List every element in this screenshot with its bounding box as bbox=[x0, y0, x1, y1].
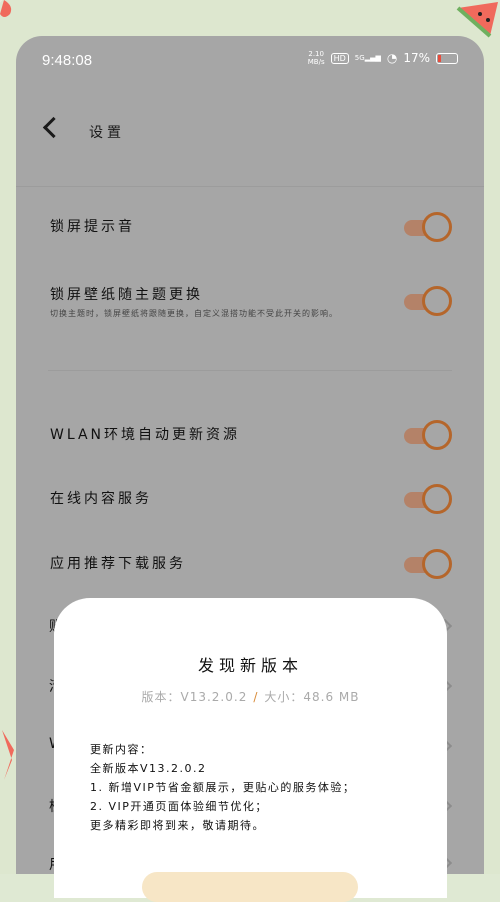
size-label: 大小：48.6 MB bbox=[264, 690, 360, 704]
page-title: 设置 bbox=[89, 125, 125, 141]
setting-label: WLAN环境自动更新资源 bbox=[50, 427, 241, 443]
setting-app-recommend[interactable]: 应用推荐下载服务 bbox=[50, 549, 456, 579]
battery-icon bbox=[436, 52, 458, 64]
toggle-switch[interactable] bbox=[404, 484, 452, 514]
release-notes-line: 1. 新增VIP节省金额展示，更贴心的服务体验； bbox=[90, 781, 356, 794]
release-notes: 更新内容： 全新版本V13.2.0.2 1. 新增VIP节省金额展示，更贴心的服… bbox=[90, 740, 355, 835]
toggle-knob bbox=[422, 420, 452, 450]
toggle-knob bbox=[422, 212, 452, 242]
setting-label: 在线内容服务 bbox=[50, 491, 152, 507]
hd-icon: HD bbox=[330, 52, 349, 64]
separator-slash: / bbox=[253, 690, 259, 704]
toggle-knob bbox=[422, 549, 452, 579]
setting-description: 切换主题时，锁屏壁纸将跟随更换，自定义混搭功能不受此开关的影响。 bbox=[50, 309, 338, 318]
network-speed-unit: MB/s bbox=[307, 58, 325, 66]
signal-icon: 5G▂▄▆ bbox=[354, 54, 381, 62]
network-speed: 2.10 MB/s bbox=[308, 50, 325, 66]
setting-lock-wallpaper[interactable]: 锁屏壁纸随主题更换 切换主题时，锁屏壁纸将跟随更换，自定义混搭功能不受此开关的影… bbox=[50, 284, 456, 319]
status-icons: 2.10 MB/s HD 5G▂▄▆ ◔ 17% bbox=[308, 50, 458, 66]
toggle-switch[interactable] bbox=[404, 286, 452, 316]
version-label: 版本：V13.2.0.2 bbox=[141, 690, 248, 704]
back-arrow-icon[interactable] bbox=[42, 116, 65, 139]
release-notes-line: 2. VIP开通页面体验细节优化； bbox=[90, 800, 268, 813]
version-info: 版本：V13.2.0.2 / 大小：48.6 MB bbox=[54, 688, 447, 705]
toggle-knob bbox=[422, 286, 452, 316]
battery-percent: 17% bbox=[403, 51, 430, 65]
toggle-switch[interactable] bbox=[404, 549, 452, 579]
signal-label: 5G bbox=[354, 54, 365, 62]
toggle-switch[interactable] bbox=[404, 212, 452, 242]
wifi-icon: ◔ bbox=[386, 51, 398, 65]
status-time: 9:48:08 bbox=[42, 52, 93, 69]
status-bar: 9:48:08 2.10 MB/s HD 5G▂▄▆ ◔ 17% bbox=[16, 36, 484, 86]
page-header: 设置 bbox=[16, 106, 484, 156]
toggle-knob bbox=[422, 484, 452, 514]
release-notes-line: 全新版本V13.2.0.2 bbox=[90, 762, 207, 775]
setting-label: 应用推荐下载服务 bbox=[50, 556, 186, 572]
header-divider bbox=[16, 186, 484, 187]
setting-label: 锁屏壁纸随主题更换 bbox=[50, 287, 203, 303]
update-button[interactable] bbox=[142, 872, 358, 902]
setting-online-content[interactable]: 在线内容服务 bbox=[50, 484, 456, 514]
section-divider bbox=[48, 370, 452, 371]
release-notes-line: 更多精彩即将到来，敬请期待。 bbox=[90, 819, 265, 832]
setting-lock-sound[interactable]: 锁屏提示音 bbox=[50, 212, 456, 242]
network-speed-value: 2.10 bbox=[308, 50, 324, 58]
setting-label: 锁屏提示音 bbox=[50, 219, 135, 235]
toggle-switch[interactable] bbox=[404, 420, 452, 450]
setting-wlan-auto-update[interactable]: WLAN环境自动更新资源 bbox=[50, 420, 456, 450]
release-notes-heading: 更新内容： bbox=[90, 743, 153, 756]
dialog-title: 发现新版本 bbox=[197, 656, 303, 675]
update-dialog: 发现新版本 版本：V13.2.0.2 / 大小：48.6 MB 更新内容： 全新版本… bbox=[54, 598, 447, 902]
